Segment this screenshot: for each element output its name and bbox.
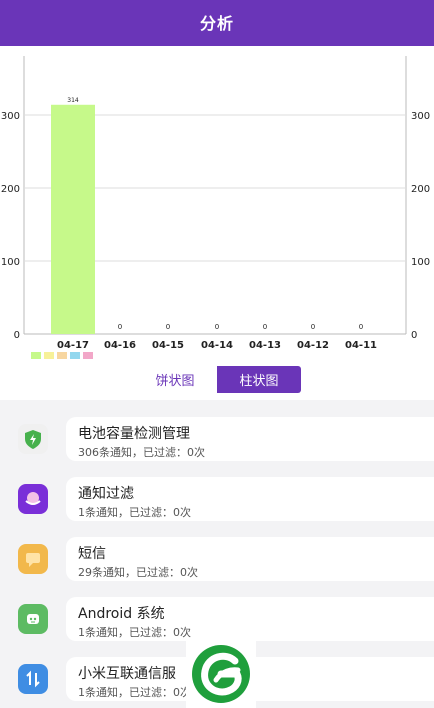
android-icon bbox=[18, 604, 48, 634]
chart-legend bbox=[31, 352, 93, 359]
message-icon bbox=[18, 544, 48, 574]
y-tick-label-left: 0 bbox=[14, 330, 20, 341]
bar-chart-tab[interactable]: 柱状图 bbox=[217, 366, 301, 393]
bar-value-label: 0 bbox=[215, 323, 219, 331]
legend-swatch bbox=[31, 352, 41, 359]
x-tick-label: 04-17 bbox=[57, 340, 89, 351]
brand-logo bbox=[186, 640, 256, 708]
legend-swatch bbox=[44, 352, 54, 359]
x-tick-label: 04-12 bbox=[297, 340, 329, 351]
x-tick-label: 04-15 bbox=[152, 340, 184, 351]
bar-value-label: 0 bbox=[166, 323, 170, 331]
legend-swatch bbox=[57, 352, 67, 359]
page-title: 分析 bbox=[199, 14, 234, 33]
pie-chart-tab[interactable]: 饼状图 bbox=[133, 366, 217, 393]
bar-value-label: 0 bbox=[263, 323, 267, 331]
list-item[interactable]: Android 系统 1条通知，已过滤：0次 bbox=[0, 595, 434, 643]
bar-chart: 0 0 100 100 200 200 300 300 314 04-17 0 04-16 0 04-15… bbox=[1, 56, 430, 351]
list-item[interactable]: 短信 29条通知，已过滤：0次 bbox=[0, 535, 434, 583]
x-tick-label: 04-16 bbox=[104, 340, 136, 351]
notification-filter-icon bbox=[18, 484, 48, 514]
bar-value-label: 0 bbox=[359, 323, 363, 331]
y-tick-label-right: 300 bbox=[411, 111, 430, 122]
bar-value-label: 0 bbox=[118, 323, 122, 331]
app-stats: 1条通知，已过滤：0次 bbox=[78, 626, 191, 639]
x-tick-label: 04-14 bbox=[201, 340, 233, 351]
y-tick-label-right: 100 bbox=[411, 257, 430, 268]
y-tick-label-right: 0 bbox=[411, 330, 417, 341]
y-tick-label-right: 200 bbox=[411, 184, 430, 195]
bar-value-label: 0 bbox=[311, 323, 315, 331]
y-tick-label-left: 100 bbox=[1, 257, 20, 268]
y-tick-label-left: 200 bbox=[1, 184, 20, 195]
bar-value-label: 314 bbox=[67, 97, 79, 104]
app-stats: 306条通知，已过滤：0次 bbox=[78, 446, 205, 459]
x-tick-label: 04-11 bbox=[345, 340, 377, 351]
y-tick-label-left: 300 bbox=[1, 111, 20, 122]
chart-panel: 0 0 100 100 200 200 300 300 314 04-17 0 04-16 0 04-15… bbox=[0, 46, 434, 400]
app-stats: 29条通知，已过滤：0次 bbox=[78, 566, 198, 579]
legend-swatch bbox=[70, 352, 80, 359]
battery-shield-icon bbox=[18, 424, 48, 454]
app-stats: 1条通知，已过滤：0次 bbox=[78, 686, 191, 699]
list-item[interactable]: 通知过滤 1条通知，已过滤：0次 bbox=[0, 475, 434, 523]
app-bar: 分析 bbox=[0, 0, 434, 46]
app-name: Android 系统 bbox=[78, 606, 165, 622]
app-name: 短信 bbox=[78, 546, 106, 562]
app-stats: 1条通知，已过滤：0次 bbox=[78, 506, 191, 519]
app-name: 通知过滤 bbox=[78, 486, 134, 502]
chart-type-toggle: 饼状图 柱状图 bbox=[133, 366, 301, 393]
app-name: 电池容量检测管理 bbox=[78, 426, 190, 442]
app-name: 小米互联通信服 bbox=[78, 666, 176, 682]
list-item[interactable]: 电池容量检测管理 306条通知，已过滤：0次 bbox=[0, 415, 434, 463]
x-tick-label: 04-13 bbox=[249, 340, 281, 351]
transfer-icon bbox=[18, 664, 48, 694]
bar bbox=[51, 104, 95, 334]
legend-swatch bbox=[83, 352, 93, 359]
